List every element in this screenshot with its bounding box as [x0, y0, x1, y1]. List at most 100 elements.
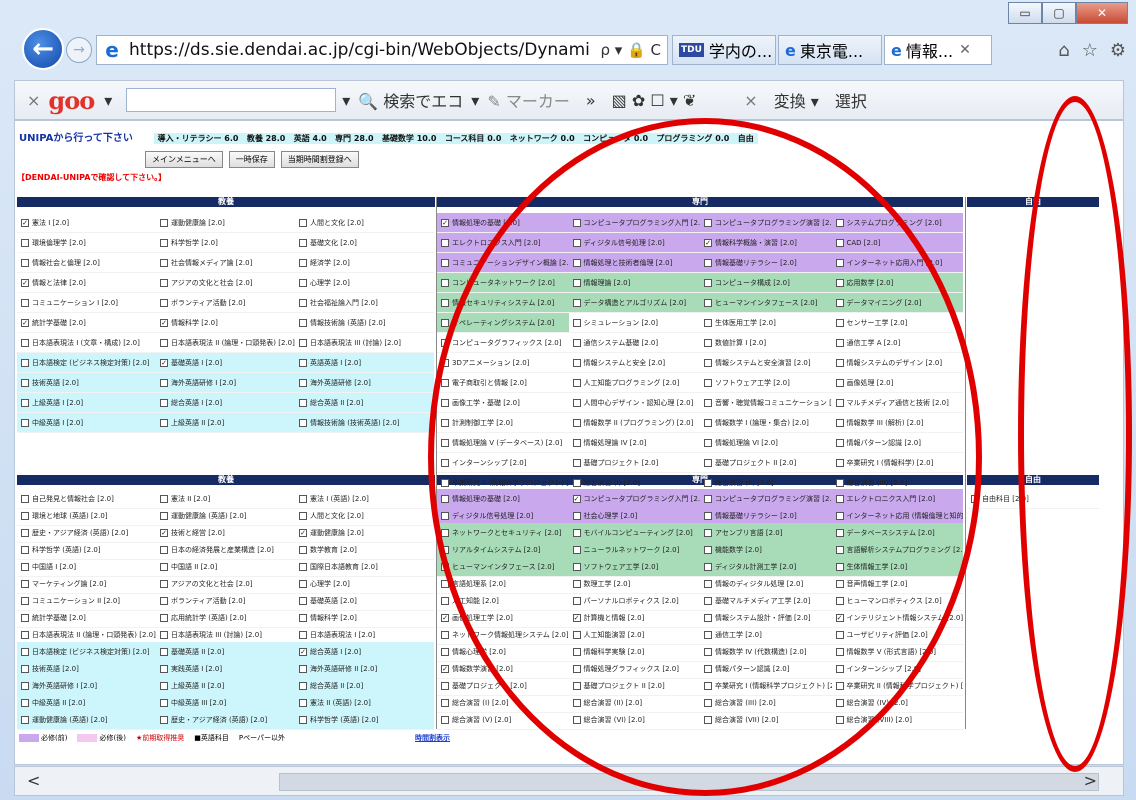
checkbox[interactable]	[160, 511, 168, 520]
checkbox-checked[interactable]: ✓	[160, 528, 168, 537]
checkbox[interactable]	[21, 630, 29, 639]
course-cell[interactable]: 社会福祉論入門 [2.0]	[295, 293, 434, 313]
checkbox[interactable]	[441, 647, 449, 656]
checkbox[interactable]	[299, 298, 307, 307]
checkbox[interactable]	[299, 278, 307, 287]
checkbox[interactable]	[441, 698, 449, 707]
checkbox[interactable]	[299, 579, 307, 588]
checkbox[interactable]	[21, 579, 29, 588]
tab-2[interactable]: e 東京電...	[778, 35, 882, 65]
checkbox[interactable]	[160, 681, 168, 690]
chevron-down-icon[interactable]: ▾	[342, 91, 350, 110]
checkbox[interactable]	[21, 494, 29, 503]
horizontal-scrollbar[interactable]: < >	[14, 766, 1124, 796]
checkbox[interactable]	[299, 218, 307, 227]
course-cell[interactable]: 日本語表現法 III (討論) [2.0]	[295, 333, 434, 353]
tab-1[interactable]: TDU 学内の...	[672, 35, 776, 65]
course-cell[interactable]: 情報技術論 (英語) [2.0]	[295, 313, 434, 333]
checkbox[interactable]	[21, 258, 29, 267]
checkbox[interactable]	[299, 338, 307, 347]
course-cell[interactable]: 科学哲学 [2.0]	[156, 233, 295, 253]
course-cell[interactable]: 英語英語 I [2.0]	[295, 353, 434, 373]
course-cell[interactable]: 人間と文化 [2.0]	[295, 213, 434, 233]
checkbox[interactable]	[160, 647, 168, 656]
checkbox[interactable]	[21, 562, 29, 571]
checkbox-checked[interactable]: ✓	[21, 278, 29, 287]
star-icon[interactable]: ☆	[1082, 40, 1098, 61]
course-cell[interactable]: 技術英語 [2.0]	[17, 373, 156, 393]
back-button[interactable]: ←	[22, 28, 64, 70]
checkbox[interactable]	[21, 664, 29, 673]
checkbox[interactable]	[441, 278, 449, 287]
checkbox[interactable]	[441, 258, 449, 267]
checkbox[interactable]	[21, 528, 29, 537]
marker-button[interactable]: ✎ マーカー	[487, 88, 570, 112]
home-icon[interactable]: ⌂	[1058, 40, 1069, 61]
checkbox[interactable]	[441, 715, 449, 724]
checkbox[interactable]	[21, 418, 29, 427]
checkbox[interactable]	[441, 318, 449, 327]
checkbox[interactable]	[21, 238, 29, 247]
checkbox[interactable]	[160, 278, 168, 287]
tab-3[interactable]: e 情報... ✕	[884, 35, 992, 65]
course-cell[interactable]: 心理学 [2.0]	[295, 273, 434, 293]
course-cell[interactable]: コミュニケーション I [2.0]	[17, 293, 156, 313]
course-cell[interactable]: 日本語検定 (ビジネス検定対策) [2.0]	[17, 353, 156, 373]
checkbox[interactable]	[160, 398, 168, 407]
course-cell[interactable]: アジアの文化と社会 [2.0]	[156, 273, 295, 293]
checkbox[interactable]	[21, 715, 29, 724]
address-tools[interactable]: ρ ▾ 🔒 C	[594, 41, 667, 59]
checkbox[interactable]	[441, 630, 449, 639]
checkbox-checked[interactable]: ✓	[441, 664, 449, 673]
close-icon[interactable]: ×	[27, 91, 40, 110]
convert-button[interactable]: 変換 ▾	[774, 88, 819, 112]
checkbox[interactable]	[160, 418, 168, 427]
course-cell[interactable]: 科学哲学 (英語) [2.0]	[295, 710, 434, 730]
search-eco-button[interactable]: 🔍 検索でエコ	[358, 88, 463, 112]
course-cell[interactable]: ✓ 基礎英語 I [2.0]	[156, 353, 295, 373]
course-cell[interactable]: 運動健康論 (英語) [2.0]	[17, 710, 156, 730]
checkbox[interactable]	[160, 258, 168, 267]
overflow-button[interactable]: »	[586, 91, 596, 110]
checkbox[interactable]	[21, 378, 29, 387]
checkbox[interactable]	[21, 338, 29, 347]
main-menu-button[interactable]: メインメニューへ	[145, 151, 223, 168]
checkbox[interactable]	[299, 562, 307, 571]
checkbox[interactable]	[160, 613, 168, 622]
checkbox-checked[interactable]: ✓	[299, 528, 307, 537]
course-cell[interactable]: 環境倫理学 [2.0]	[17, 233, 156, 253]
checkbox-checked[interactable]: ✓	[160, 318, 168, 327]
checkbox-checked[interactable]: ✓	[21, 318, 29, 327]
course-cell[interactable]: 総合英語 I [2.0]	[156, 393, 295, 413]
timetable-register-button[interactable]: 当期時間割登録へ	[280, 151, 359, 168]
close-tab-icon[interactable]: ✕	[959, 42, 971, 58]
checkbox[interactable]	[21, 681, 29, 690]
course-cell[interactable]: 海外英語研修 I [2.0]	[156, 373, 295, 393]
checkbox[interactable]	[299, 258, 307, 267]
checkbox[interactable]	[160, 298, 168, 307]
checkbox[interactable]	[299, 630, 307, 639]
checkbox[interactable]	[299, 545, 307, 554]
checkbox[interactable]	[21, 298, 29, 307]
goo-search-input[interactable]	[126, 88, 337, 112]
checkbox[interactable]	[21, 613, 29, 622]
course-cell[interactable]: ✓ 情報と法律 [2.0]	[17, 273, 156, 293]
checkbox[interactable]	[299, 418, 307, 427]
checkbox[interactable]	[299, 681, 307, 690]
checkbox[interactable]	[441, 298, 449, 307]
checkbox[interactable]	[21, 698, 29, 707]
address-url[interactable]: https://ds.sie.dendai.ac.jp/cgi-bin/WebO…	[129, 40, 594, 60]
goo-logo[interactable]: goo	[48, 86, 95, 115]
checkbox[interactable]	[299, 613, 307, 622]
course-cell[interactable]: 歴史・アジア経済 (英語) [2.0]	[156, 710, 295, 730]
scroll-left-icon[interactable]: <	[27, 771, 40, 790]
checkbox[interactable]	[299, 358, 307, 367]
checkbox-checked[interactable]: ✓	[299, 647, 307, 656]
checkbox[interactable]	[160, 562, 168, 571]
close-icon[interactable]: ×	[744, 91, 757, 110]
checkbox[interactable]	[299, 318, 307, 327]
course-cell[interactable]: 社会情報メディア論 [2.0]	[156, 253, 295, 273]
checkbox[interactable]	[299, 664, 307, 673]
course-cell[interactable]: ボランティア活動 [2.0]	[156, 293, 295, 313]
course-cell[interactable]: 情報社会と倫理 [2.0]	[17, 253, 156, 273]
